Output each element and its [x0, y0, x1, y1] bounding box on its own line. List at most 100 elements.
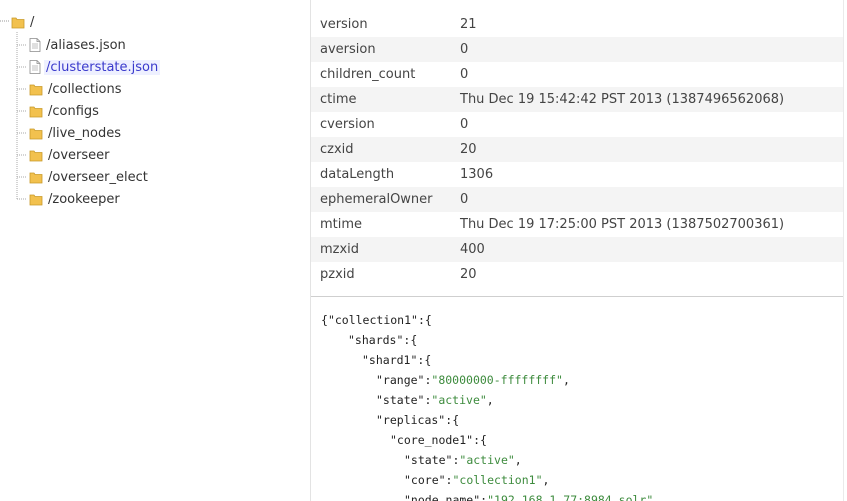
json-line: "replicas":{ [321, 410, 841, 430]
folder-icon [29, 150, 43, 162]
tree-node-configs[interactable]: /configs [29, 101, 101, 121]
property-value: 20 [460, 142, 477, 157]
tree-node-clusterstate-json[interactable]: /clusterstate.json [29, 57, 161, 77]
tree-node-label: /overseer [48, 147, 110, 163]
json-brace: { [321, 313, 328, 327]
json-key: "range" [376, 373, 425, 387]
file-icon [29, 60, 41, 74]
property-value: 0 [460, 117, 469, 132]
json-key: "core_node1" [390, 433, 474, 447]
json-string-value: "active" [431, 393, 487, 407]
file-icon [29, 38, 41, 52]
tree-node-label: /live_nodes [48, 125, 122, 141]
content-edge [843, 0, 844, 501]
folder-icon [29, 106, 43, 118]
json-key: "shard1" [362, 353, 418, 367]
property-key: mzxid [320, 242, 360, 257]
json-key: "core" [404, 473, 446, 487]
tree-node-label: / [30, 14, 35, 30]
tree-node-label: /clusterstate.json [44, 59, 161, 75]
property-value: 400 [460, 242, 485, 257]
json-string-value: "active" [459, 453, 515, 467]
json-punctuation: { [452, 413, 460, 427]
property-row: pzxid 20 [311, 262, 843, 287]
tree-node-label: /collections [48, 81, 122, 97]
json-key: "state" [376, 393, 425, 407]
folder-icon [11, 17, 25, 29]
property-row: dataLength 1306 [311, 162, 843, 187]
json-line: "core_node1":{ [321, 430, 841, 450]
tree-node-label: /aliases.json [46, 37, 126, 53]
json-punctuation: { [424, 353, 432, 367]
json-punctuation: , [514, 453, 522, 467]
property-value: 21 [460, 17, 477, 32]
json-line: "core":"collection1", [321, 470, 841, 490]
property-value: 1306 [460, 167, 494, 182]
json-line: {"collection1":{ [321, 310, 841, 330]
folder-icon [29, 172, 43, 184]
json-punctuation: { [424, 313, 432, 327]
property-row: ctime Thu Dec 19 15:42:42 PST 2013 (13874… [311, 87, 843, 112]
property-row: mzxid 400 [311, 237, 843, 262]
property-key: children_count [320, 67, 416, 82]
json-punctuation: , [542, 473, 550, 487]
property-row: version 21 [311, 12, 843, 37]
json-punctuation: , [562, 373, 570, 387]
json-line: "node_name":"192.168.1.77:8984_solr" [321, 490, 841, 501]
tree-node-zookeeper[interactable]: /zookeeper [29, 189, 122, 209]
json-key: "replicas" [376, 413, 446, 427]
json-line: "range":"80000000-ffffffff", [321, 370, 841, 390]
property-value: 20 [460, 267, 477, 282]
folder-icon [29, 128, 43, 140]
property-key: pzxid [320, 267, 355, 282]
json-line: "state":"active", [321, 450, 841, 470]
json-punctuation: , [486, 393, 494, 407]
json-punctuation: { [410, 333, 418, 347]
zookeeper-tree: / /aliases.json/clusterstate.json/collec… [0, 0, 310, 501]
folder-icon [29, 194, 43, 206]
property-row: ephemeralOwner 0 [311, 187, 843, 212]
property-value: 0 [460, 192, 469, 207]
tree-node-overseer[interactable]: /overseer [29, 145, 111, 165]
property-key: czxid [320, 142, 354, 157]
tree-node-overseer-elect[interactable]: /overseer_elect [29, 167, 150, 187]
tree-node-label: /configs [48, 103, 99, 119]
json-line: "shards":{ [321, 330, 841, 350]
tree-node-live-nodes[interactable]: /live_nodes [29, 123, 123, 143]
json-colon: : [473, 433, 481, 447]
property-row: cversion 0 [311, 112, 843, 137]
property-key: cversion [320, 117, 375, 132]
property-key: ephemeralOwner [320, 192, 433, 207]
json-key: "state" [404, 453, 453, 467]
property-value: Thu Dec 19 17:25:00 PST 2013 (1387502700… [460, 217, 785, 232]
property-value: 0 [460, 67, 469, 82]
json-colon: : [417, 313, 425, 327]
property-key: ctime [320, 92, 357, 107]
node-data-json: {"collection1":{"shards":{"shard1":{"ran… [321, 310, 841, 501]
json-key: "node_name" [404, 493, 481, 501]
json-string-value: "80000000-ffffffff" [431, 373, 563, 387]
tree-node-collections[interactable]: /collections [29, 79, 124, 99]
tree-node-root[interactable]: / [11, 12, 36, 32]
json-punctuation: { [480, 433, 487, 447]
property-row: mtime Thu Dec 19 17:25:00 PST 2013 (13875… [311, 212, 843, 237]
property-value: 0 [460, 42, 469, 57]
tree-node-label: /zookeeper [48, 191, 120, 207]
tree-node-aliases-json[interactable]: /aliases.json [29, 35, 128, 55]
node-properties-table: version 21 aversion 0 children_count 0 ctime Th… [311, 12, 843, 287]
json-line: "state":"active", [321, 390, 841, 410]
property-key: dataLength [320, 167, 395, 182]
json-line: "shard1":{ [321, 350, 841, 370]
property-key: aversion [320, 42, 376, 57]
property-key: mtime [320, 217, 363, 232]
property-row: czxid 20 [311, 137, 843, 162]
json-string-value: "collection1" [452, 473, 543, 487]
property-value: Thu Dec 19 15:42:42 PST 2013 (1387496562… [460, 92, 785, 107]
json-key: "collection1" [327, 313, 418, 327]
tree-node-label: /overseer_elect [48, 169, 148, 185]
property-row: aversion 0 [311, 37, 843, 62]
property-key: version [320, 17, 368, 32]
json-key: "shards" [348, 333, 404, 347]
property-row: children_count 0 [311, 62, 843, 87]
json-string-value: "192.168.1.77:8984_solr" [487, 493, 654, 501]
